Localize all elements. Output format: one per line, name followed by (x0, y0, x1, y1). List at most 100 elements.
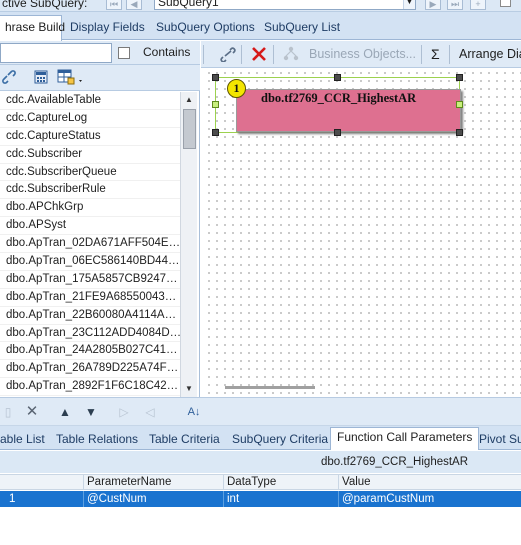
table-list[interactable]: cdc.AvailableTable cdc.CaptureLog cdc.Capt… (0, 92, 180, 397)
table-list-scrollbar[interactable]: ▲ ▼ (180, 92, 197, 397)
main-tab-bar: hrase Build Display Fields SubQuery Opti… (0, 12, 521, 41)
query-canvas-panel: Business Objects... Σ Arrange Dia dbo.tf… (201, 41, 521, 397)
toolbar-separator (421, 45, 422, 64)
grid-toolbar: ▯ ✕ ▲ ▼ ▷ ◁ A↓ (0, 397, 521, 426)
resize-handle-ne[interactable] (456, 74, 463, 81)
move-down-icon[interactable]: ▼ (83, 404, 99, 420)
toolbar-separator (241, 45, 242, 64)
bottom-tab-bar: able List Table Relations Table Criteria… (0, 426, 521, 450)
table-add-icon[interactable] (56, 69, 86, 87)
sort-az-icon[interactable]: A↓ (186, 404, 202, 420)
row-number: 1 (9, 493, 16, 505)
list-item[interactable]: dbo.ApTran_2892F1F6C18C42… (0, 378, 180, 397)
canvas-horizontal-scrollbar[interactable] (225, 386, 315, 389)
tab-subquery-options[interactable]: SubQuery Options (150, 16, 261, 40)
table-list-toolbar (0, 65, 200, 91)
move-up-icon[interactable]: ▲ (57, 404, 73, 420)
delete-icon[interactable] (251, 46, 267, 67)
add-subquery-button[interactable]: + (470, 0, 486, 10)
tab-display-fields[interactable]: Display Fields (64, 16, 151, 40)
arrange-diagram-button[interactable]: Arrange Dia (459, 44, 521, 65)
table-object-title: dbo.tf2769_CCR_HighestAR (261, 91, 417, 105)
list-item[interactable]: dbo.ApTran_22B60080A4114A… (0, 307, 180, 325)
filter-bar: Contains (0, 41, 200, 65)
table-object[interactable]: dbo.tf2769_CCR_HighestAR (236, 89, 461, 132)
tab-pivot-summary[interactable]: Pivot Su (479, 430, 521, 450)
table-filter-input[interactable] (0, 43, 112, 63)
grid-caption-text: dbo.tf2769_CCR_HighestAR (321, 456, 469, 468)
list-item[interactable]: dbo.ApTran_02DA671AFF504E… (0, 235, 180, 254)
list-item[interactable]: dbo.APChkGrp (0, 199, 180, 218)
resize-handle-n[interactable] (334, 74, 341, 81)
scroll-up-icon[interactable]: ▲ (181, 92, 197, 108)
subquery-strip: ctive SubQuery: ⏮ ◀ SubQuery1 ▼ ▶ ⏭ + (0, 0, 521, 12)
tab-table-list[interactable]: able List (0, 430, 45, 450)
resize-handle-s[interactable] (334, 129, 341, 136)
parameter-name-cell[interactable]: @CustNum (83, 491, 223, 507)
scroll-thumb[interactable] (183, 109, 196, 149)
resize-handle-w[interactable] (212, 101, 219, 108)
list-item[interactable]: cdc.CaptureLog (0, 110, 180, 128)
list-item[interactable]: dbo.ApTran_26A789D225A74F… (0, 360, 180, 379)
list-item[interactable]: dbo.ApTran_21FE9A68550043… (0, 289, 180, 307)
list-item[interactable]: cdc.Subscriber (0, 146, 180, 164)
tab-function-call-parameters[interactable]: Function Call Parameters (330, 427, 480, 450)
value-cell[interactable]: @paramCustNum (338, 491, 521, 507)
strip-checkbox[interactable] (500, 0, 511, 7)
toolbar-separator (273, 45, 274, 64)
list-item[interactable]: cdc.SubscriberQueue (0, 164, 180, 182)
list-item[interactable]: dbo.APSyst (0, 217, 180, 236)
column-header-parametername[interactable]: ParameterName (83, 475, 223, 490)
grid-caption: dbo.tf2769_CCR_HighestAR (0, 451, 521, 473)
business-objects-button[interactable]: Business Objects... (309, 44, 416, 65)
link-icon[interactable] (0, 69, 18, 87)
query-design-canvas[interactable]: dbo.tf2769_CCR_HighestAR 1 (205, 69, 521, 397)
table-browser: Contains cdc.AvailableTable cdc.CaptureLo… (0, 41, 200, 397)
list-item[interactable]: dbo.ApTran_175A5857CB9247… (0, 271, 180, 289)
datatype-cell[interactable]: int (223, 491, 338, 507)
resize-handle-sw[interactable] (212, 129, 219, 136)
toolbar-separator (449, 45, 450, 64)
contains-label: Contains (143, 45, 191, 59)
canvas-toolbar: Business Objects... Σ Arrange Dia (201, 41, 521, 68)
chevron-down-icon: ▼ (403, 0, 415, 9)
column-header-value[interactable]: Value (338, 475, 521, 490)
tab-subquery-criteria[interactable]: SubQuery Criteria (232, 430, 328, 450)
function-parameters-grid: dbo.tf2769_CCR_HighestAR ParameterName D… (0, 451, 521, 545)
list-item[interactable]: cdc.CaptureStatus (0, 128, 180, 146)
tab-table-criteria[interactable]: Table Criteria (149, 430, 220, 450)
list-item[interactable]: dbo.ApTran_06EC586140BD44… (0, 253, 180, 271)
aggregate-button[interactable]: Σ (431, 44, 440, 65)
contains-checkbox[interactable] (118, 47, 130, 59)
subquery-select[interactable]: SubQuery1 ▼ (154, 0, 416, 10)
page-icon[interactable]: ▯ (0, 404, 16, 420)
last-subquery-button[interactable]: ⏭ (447, 0, 463, 10)
prev-subquery-button[interactable]: ◀ (126, 0, 142, 10)
order-badge: 1 (227, 79, 246, 98)
resize-handle-e[interactable] (456, 101, 463, 108)
scroll-down-icon[interactable]: ▼ (181, 381, 197, 397)
move-prev-icon[interactable]: ◁ (142, 404, 158, 420)
business-objects-icon[interactable] (283, 46, 299, 67)
column-header-datatype[interactable]: DataType (223, 475, 338, 490)
active-subquery-label: ctive SubQuery: (2, 0, 88, 10)
link-icon[interactable] (219, 46, 237, 67)
tab-phrase-build[interactable]: hrase Build (0, 15, 65, 41)
tab-table-relations[interactable]: Table Relations (56, 430, 138, 450)
resize-handle-se[interactable] (456, 129, 463, 136)
list-item[interactable]: dbo.ApTran_24A2805B027C41… (0, 342, 180, 361)
list-item[interactable]: cdc.SubscriberRule (0, 181, 180, 200)
list-item[interactable]: dbo.ApTran_23C112ADD4084D… (0, 325, 180, 343)
first-subquery-button[interactable]: ⏮ (106, 0, 122, 10)
subquery-select-value: SubQuery1 (158, 0, 219, 9)
tab-subquery-list[interactable]: SubQuery List (258, 16, 346, 40)
resize-handle-nw[interactable] (212, 74, 219, 81)
list-item[interactable]: cdc.AvailableTable (0, 92, 180, 110)
calculator-icon[interactable] (32, 69, 50, 87)
table-row[interactable]: 1 @CustNum int @paramCustNum (0, 491, 521, 507)
delete-row-icon[interactable]: ✕ (24, 404, 40, 420)
grid-header-row: ParameterName DataType Value (0, 474, 521, 490)
toolbar-separator (203, 45, 204, 64)
move-next-icon[interactable]: ▷ (116, 404, 132, 420)
next-subquery-button[interactable]: ▶ (425, 0, 441, 10)
